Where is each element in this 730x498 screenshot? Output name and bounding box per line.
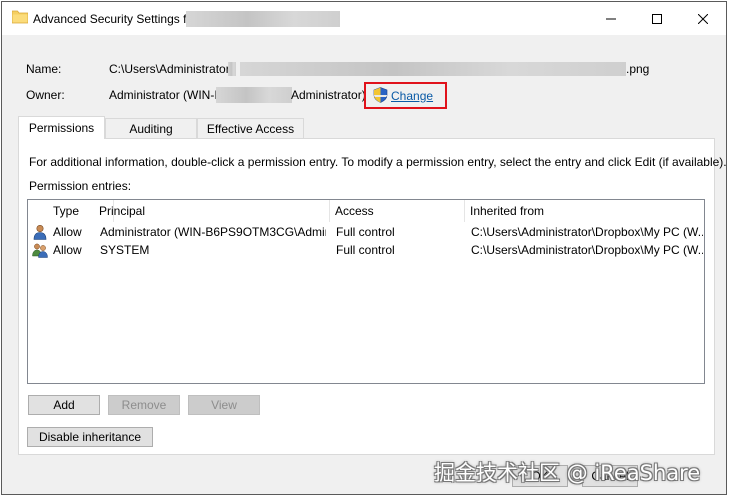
tab-auditing[interactable]: Auditing xyxy=(105,118,197,138)
permission-entries-label: Permission entries: xyxy=(29,179,132,193)
group-users-icon xyxy=(32,243,48,258)
permissions-panel: For additional information, double-click… xyxy=(18,138,726,455)
table-row[interactable]: Allow Administrator (WIN-B6PS9OTM3CG\Adm… xyxy=(28,223,704,241)
window-title: Advanced Security Settings for xyxy=(33,12,198,26)
name-value-start: C:\Users\Administrator\ xyxy=(109,62,234,76)
row-inherited-from: C:\Users\Administrator\Dropbox\My PC (W.… xyxy=(471,243,703,257)
list-header: Type Principal Access Inherited from xyxy=(28,200,704,222)
maximize-button[interactable] xyxy=(634,2,680,35)
folder-icon xyxy=(12,10,28,24)
tab-permissions[interactable]: Permissions xyxy=(18,116,105,139)
advanced-security-settings-window: Advanced Security Settings for Name: C:\… xyxy=(1,1,727,495)
owner-value-end: Administrator) xyxy=(291,88,366,102)
view-button[interactable]: View xyxy=(188,395,260,415)
owner-value-start: Administrator (WIN-I xyxy=(109,88,218,102)
permission-entries-list[interactable]: Type Principal Access Inherited from All… xyxy=(27,199,705,384)
row-inherited-from: C:\Users\Administrator\Dropbox\My PC (W.… xyxy=(471,225,703,239)
row-type: Allow xyxy=(53,243,82,257)
info-text: For additional information, double-click… xyxy=(29,155,727,169)
uac-shield-icon xyxy=(373,87,388,103)
redacted-file-name xyxy=(186,11,340,27)
redacted-machine-name xyxy=(216,87,292,103)
row-principal: Administrator (WIN-B6PS9OTM3CG\Admin... xyxy=(100,225,326,239)
disable-inheritance-button[interactable]: Disable inheritance xyxy=(27,427,153,447)
row-access: Full control xyxy=(336,243,395,257)
minimize-button[interactable] xyxy=(588,2,634,35)
redacted-path-part xyxy=(228,62,236,76)
row-type: Allow xyxy=(53,225,82,239)
close-icon xyxy=(698,13,708,24)
user-icon xyxy=(33,224,47,240)
close-button[interactable] xyxy=(680,2,726,35)
column-header-inherited-from[interactable]: Inherited from xyxy=(465,200,704,222)
minimize-icon xyxy=(606,18,616,19)
name-value-end: .png xyxy=(626,62,650,76)
redacted-path-part xyxy=(240,62,626,76)
tab-effective-access[interactable]: Effective Access xyxy=(197,118,304,138)
name-label: Name: xyxy=(26,62,62,76)
remove-button[interactable]: Remove xyxy=(108,395,180,415)
title-bar: Advanced Security Settings for xyxy=(2,2,726,35)
owner-label: Owner: xyxy=(26,88,65,102)
change-owner-link[interactable]: Change xyxy=(391,89,433,103)
row-access: Full control xyxy=(336,225,395,239)
row-principal: SYSTEM xyxy=(100,243,150,257)
column-header-access[interactable]: Access xyxy=(330,200,465,222)
maximize-icon xyxy=(652,13,662,24)
table-row[interactable]: Allow SYSTEM Full control C:\Users\Admin… xyxy=(28,241,704,259)
add-button[interactable]: Add xyxy=(28,395,100,415)
watermark: 掘金技术社区 @ iReaShare xyxy=(434,461,701,485)
column-header-principal[interactable]: Principal xyxy=(94,200,330,222)
